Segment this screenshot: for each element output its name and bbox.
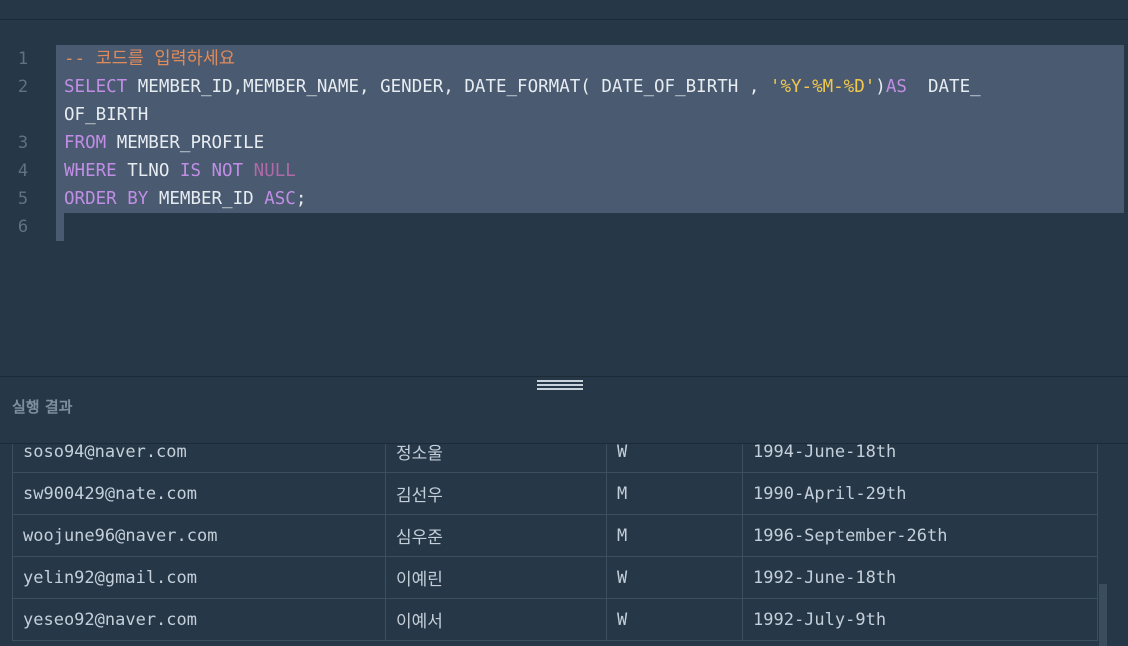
code-token: MEMBER_PROFILE (106, 133, 265, 153)
table-cell: 김선우 (385, 472, 607, 515)
result-scrollbar[interactable] (1099, 584, 1107, 646)
editor-line-2[interactable]: 2 SELECT MEMBER_ID,MEMBER_NAME, GENDER, … (0, 73, 1128, 101)
table-cell: 1990-April-29th (742, 472, 1098, 515)
table-row: soso94@naver.com 정소울 W 1994-June-18th (12, 444, 1098, 473)
code-token: ; (295, 189, 307, 209)
table-cell: W (606, 444, 743, 473)
code-token: WHERE (64, 161, 117, 181)
code-token: IS NOT (179, 161, 244, 181)
code-line: FROM MEMBER_PROFILE (64, 129, 264, 157)
table-cell: 심우준 (385, 514, 607, 557)
code-line: SELECT MEMBER_ID,MEMBER_NAME, GENDER, DA… (64, 73, 981, 101)
result-panel[interactable]: soso94@naver.com 정소울 W 1994-June-18th sw9004… (0, 443, 1128, 646)
code-token: TLNO (116, 161, 180, 181)
code-line: WHERE TLNO IS NOT NULL (64, 157, 296, 185)
panel-divider (0, 376, 1128, 377)
table-cell: yelin92@gmail.com (12, 556, 386, 599)
line-number: 2 (17, 77, 29, 97)
table-cell: soso94@naver.com (12, 444, 386, 473)
editor-line-2-wrap[interactable]: OF_BIRTH (0, 101, 1128, 129)
code-editor[interactable]: 1 -- 코드를 입력하세요 2 SELECT MEMBER_ID,MEMBER… (0, 20, 1128, 376)
table-row: yeseo92@naver.com 이예서 W 1992-July-9th (12, 598, 1098, 641)
table-cell: 1992-July-9th (742, 598, 1098, 641)
code-token: ) (875, 77, 886, 97)
top-toolbar-strip (0, 0, 1128, 20)
table-cell: 이예린 (385, 556, 607, 599)
code-token: DATE_ (906, 77, 981, 97)
code-token: OF_BIRTH (64, 105, 149, 125)
line-number: 3 (17, 133, 29, 153)
line-number: 6 (17, 217, 29, 237)
table-row: woojune96@naver.com 심우준 M 1996-September-26… (12, 514, 1098, 557)
result-title: 실행 결과 (12, 398, 73, 416)
result-table: soso94@naver.com 정소울 W 1994-June-18th sw9004… (12, 444, 1098, 641)
code-token: FROM (64, 133, 107, 153)
line-number: 4 (17, 161, 29, 181)
code-token: AS (885, 77, 907, 97)
code-line: -- 코드를 입력하세요 (64, 45, 235, 73)
table-cell: sw900429@nate.com (12, 472, 386, 515)
code-token: NULL (253, 161, 296, 181)
code-line: ORDER BY MEMBER_ID ASC; (64, 185, 306, 213)
table-cell: M (606, 514, 743, 557)
editor-line-5[interactable]: 5 ORDER BY MEMBER_ID ASC; (0, 185, 1128, 213)
table-cell: 이예서 (385, 598, 607, 641)
table-cell: W (606, 556, 743, 599)
editor-line-1[interactable]: 1 -- 코드를 입력하세요 (0, 45, 1128, 73)
table-cell: M (606, 472, 743, 515)
line-number: 1 (17, 49, 29, 69)
table-cell: W (606, 598, 743, 641)
table-row: yelin92@gmail.com 이예린 W 1992-June-18th (12, 556, 1098, 599)
table-cell: 정소울 (385, 444, 607, 473)
code-line: OF_BIRTH (64, 101, 148, 129)
editor-line-6[interactable]: 6 (0, 213, 1128, 241)
table-cell: 1994-June-18th (742, 444, 1098, 473)
editor-line-4[interactable]: 4 WHERE TLNO IS NOT NULL (0, 157, 1128, 185)
code-token: MEMBER_ID (148, 189, 265, 209)
table-cell: 1992-June-18th (742, 556, 1098, 599)
code-token: ASC (264, 189, 296, 209)
code-token: MEMBER_ID,MEMBER_NAME, GENDER, DATE_FORM… (127, 77, 770, 97)
selection-highlight (64, 101, 1124, 129)
line-number: 5 (17, 189, 29, 209)
table-cell: yeseo92@naver.com (12, 598, 386, 641)
code-token: SELECT (64, 77, 128, 97)
resize-handle-icon[interactable] (537, 380, 583, 394)
table-cell: woojune96@naver.com (12, 514, 386, 557)
code-token: -- 코드를 입력하세요 (64, 49, 235, 69)
table-cell: 1996-September-26th (742, 514, 1098, 557)
table-row: sw900429@nate.com 김선우 M 1990-April-29th (12, 472, 1098, 515)
editor-line-3[interactable]: 3 FROM MEMBER_PROFILE (0, 129, 1128, 157)
code-token: '%Y-%M-%D' (769, 77, 876, 97)
code-token: ORDER BY (64, 189, 149, 209)
